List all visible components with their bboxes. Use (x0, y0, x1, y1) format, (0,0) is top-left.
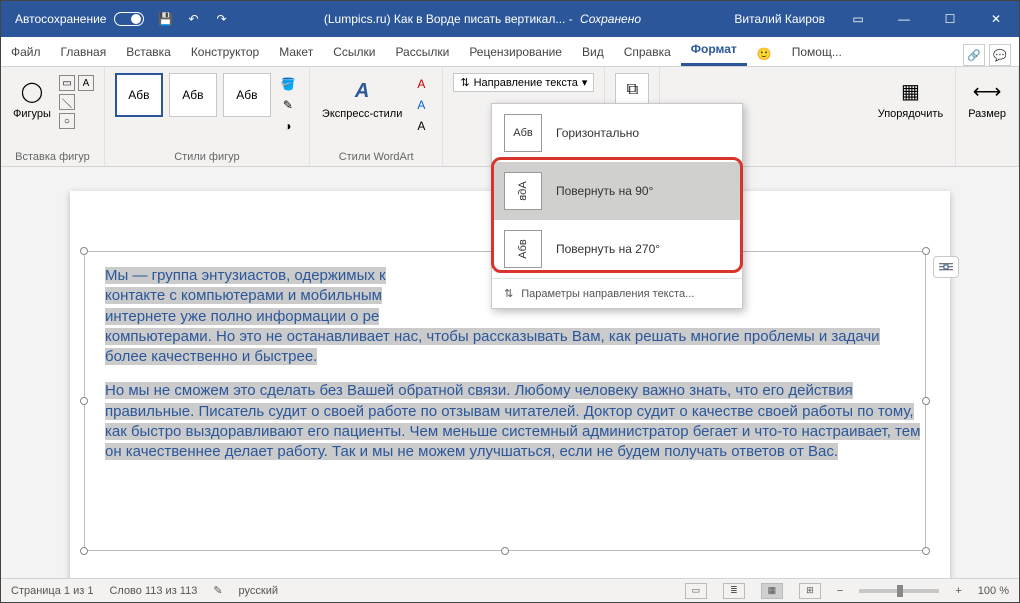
text-effects-icon[interactable]: A (410, 117, 432, 135)
tab-file[interactable]: Файл (1, 38, 51, 66)
maximize-button[interactable]: ☐ (927, 1, 973, 37)
group-size: ⟷ Размер (956, 67, 1019, 166)
status-page[interactable]: Страница 1 из 1 (11, 585, 93, 597)
wordart-button[interactable]: A Экспресс-стили (320, 73, 404, 123)
arrange-icon: ▦ (895, 76, 925, 106)
tab-assist[interactable]: Помощ... (782, 38, 852, 66)
shapes-button[interactable]: ◯ Фигуры (11, 73, 53, 123)
dd-rotate-270[interactable]: Абв Повернуть на 270° (492, 220, 742, 278)
group-arrange: ▦ Упорядочить (866, 67, 956, 166)
thumb-270-icon: Абв (504, 230, 542, 268)
text-fill-icon[interactable]: A (410, 75, 432, 93)
group-label-styles: Стили фигур (174, 148, 239, 166)
zoom-in-icon[interactable]: + (955, 585, 961, 597)
redo-icon[interactable]: ↷ (212, 10, 230, 28)
undo-icon[interactable]: ↶ (184, 10, 202, 28)
tab-home[interactable]: Главная (51, 38, 117, 66)
shape-style-2[interactable]: Абв (169, 73, 217, 117)
tab-review[interactable]: Рецензирование (459, 38, 572, 66)
status-words[interactable]: Слово 113 из 113 (109, 585, 197, 597)
shape-effects-icon[interactable]: ◑ (277, 117, 299, 135)
group-insert-shapes: ◯ Фигуры ▭ A ＼ ○ Вставка фигур (1, 67, 105, 166)
thumb-horiz-icon: Абв (504, 114, 542, 152)
web-layout-icon[interactable]: ⊞ (799, 583, 821, 599)
print-layout-icon[interactable]: ▦ (761, 583, 783, 599)
layout-options-icon[interactable] (933, 256, 959, 278)
shape-style-1[interactable]: Абв (115, 73, 163, 117)
shape-text-icon[interactable]: A (78, 75, 94, 91)
tab-designer[interactable]: Конструктор (181, 38, 269, 66)
status-bar: Страница 1 из 1 Слово 113 из 113 ✎ русск… (1, 578, 1019, 602)
tab-help[interactable]: Справка (614, 38, 681, 66)
minimize-button[interactable]: — (881, 1, 927, 37)
size-icon: ⟷ (972, 76, 1002, 106)
zoom-slider[interactable] (859, 589, 939, 593)
share-icon[interactable]: 🔗 (963, 44, 985, 66)
face-icon: 🙂 (747, 42, 782, 66)
shape-outline-icon[interactable]: ✎ (277, 96, 299, 114)
wordart-icon: A (347, 76, 377, 106)
zoom-out-icon[interactable]: − (837, 585, 843, 597)
tab-layout[interactable]: Макет (269, 38, 323, 66)
group-shape-styles: Абв Абв Абв 🪣 ✎ ◑ Стили фигур (105, 67, 310, 166)
user-name[interactable]: Виталий Каиров (734, 12, 825, 26)
ribbon-options-icon[interactable]: ▭ (835, 1, 881, 37)
read-mode-icon[interactable]: ≣ (723, 583, 745, 599)
dd-horizontal[interactable]: Абв Горизонтально (492, 104, 742, 162)
shape-fill-icon[interactable]: 🪣 (277, 75, 299, 93)
text-outline-icon[interactable]: A (410, 96, 432, 114)
autosave-toggle[interactable] (114, 12, 144, 26)
group-wordart: A Экспресс-стили A A A Стили WordArt (310, 67, 443, 166)
tab-row: Файл Главная Вставка Конструктор Макет С… (1, 37, 1019, 67)
alt-text-button[interactable]: ⧉ (615, 73, 649, 107)
group-label-wordart: Стили WordArt (339, 148, 414, 166)
size-button[interactable]: ⟷ Размер (966, 73, 1008, 123)
dd-options[interactable]: ⇅ Параметры направления текста... (492, 279, 742, 308)
shape-rect-icon[interactable]: ▭ (59, 75, 75, 91)
tab-references[interactable]: Ссылки (323, 38, 385, 66)
text-direction-dropdown: Абв Горизонтально Абв Повернуть на 90° А… (491, 103, 743, 309)
shape-line-icon[interactable]: ＼ (59, 94, 75, 110)
zoom-value[interactable]: 100 % (978, 585, 1009, 597)
shape-circle-icon[interactable]: ○ (59, 113, 75, 129)
text-direction-button[interactable]: ⇅ Направление текста ▾ (453, 73, 594, 92)
comments-icon[interactable]: 💬 (989, 44, 1011, 66)
shapes-icon: ◯ (17, 76, 47, 106)
title-bar: Автосохранение 💾 ↶ ↷ (Lumpics.ru) Как в … (1, 1, 1019, 37)
ribbon: ◯ Фигуры ▭ A ＼ ○ Вставка фигур Абв Абв А… (1, 67, 1019, 167)
chevron-down-icon: ▾ (582, 76, 588, 89)
document-title: (Lumpics.ru) Как в Ворде писать вертикал… (230, 12, 734, 26)
text-dir-options-icon: ⇅ (504, 287, 513, 300)
focus-mode-icon[interactable]: ▭ (685, 583, 707, 599)
dd-rotate-90[interactable]: Абв Повернуть на 90° (492, 162, 742, 220)
tab-format[interactable]: Формат (681, 35, 747, 66)
status-language[interactable]: русский (239, 585, 278, 597)
text-direction-icon: ⇅ (460, 76, 469, 89)
shape-style-3[interactable]: Абв (223, 73, 271, 117)
tab-mailings[interactable]: Рассылки (385, 38, 459, 66)
tab-insert[interactable]: Вставка (116, 38, 181, 66)
group-label-shapes: Вставка фигур (15, 148, 90, 166)
save-icon[interactable]: 💾 (156, 10, 174, 28)
proofing-icon[interactable]: ✎ (213, 584, 222, 597)
close-button[interactable]: ✕ (973, 1, 1019, 37)
tab-view[interactable]: Вид (572, 38, 614, 66)
thumb-90-icon: Абв (504, 172, 542, 210)
autosave-label: Автосохранение (15, 12, 106, 26)
arrange-button[interactable]: ▦ Упорядочить (876, 73, 945, 123)
